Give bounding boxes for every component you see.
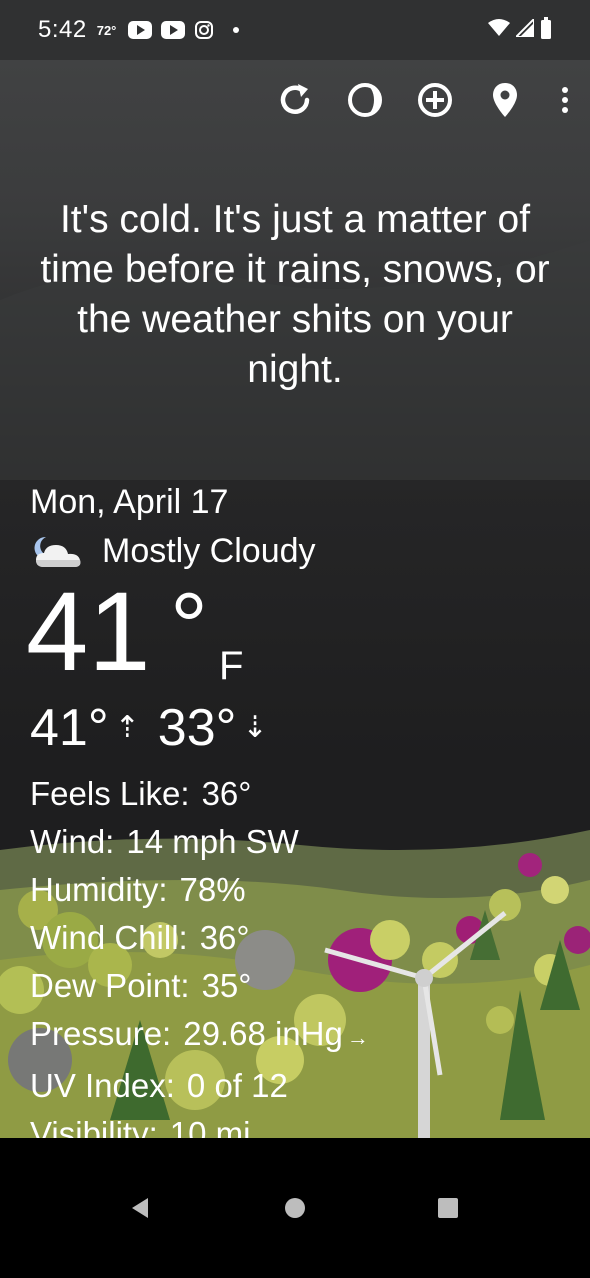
condition-text: Mostly Cloudy xyxy=(102,532,316,570)
toolbar xyxy=(260,75,590,125)
youtube-icon xyxy=(161,21,186,39)
status-bar: 5:42 72° xyxy=(0,0,590,60)
detail-value: 35° xyxy=(201,967,252,1004)
temperature-unit: F xyxy=(219,644,244,688)
more-options-button[interactable] xyxy=(540,75,590,125)
detail-label: Humidity: xyxy=(30,871,168,908)
cell-signal-icon xyxy=(513,16,535,42)
detail-value: 36° xyxy=(201,775,252,812)
detail-uv-index: UV Index: 0 of 12 xyxy=(30,1062,369,1110)
detail-label: Dew Point: xyxy=(30,967,190,1004)
back-button[interactable] xyxy=(110,1138,170,1278)
location-button[interactable] xyxy=(470,75,540,125)
battery-icon xyxy=(540,16,552,44)
add-location-button[interactable] xyxy=(400,75,470,125)
add-location-icon xyxy=(418,83,452,117)
theme-button[interactable] xyxy=(330,75,400,125)
detail-label: Wind Chill: xyxy=(30,919,188,956)
detail-pressure: Pressure: 29.68 inHg → xyxy=(30,1010,369,1062)
down-arrow-icon: ⇣ xyxy=(242,711,268,744)
theme-icon xyxy=(348,83,382,117)
detail-value: 0 of 12 xyxy=(186,1067,288,1104)
high-low-row: 41° ⇡ 33° ⇣ xyxy=(30,698,286,758)
detail-label: UV Index: xyxy=(30,1067,175,1104)
detail-label: Pressure: xyxy=(30,1015,172,1052)
detail-feels-like: Feels Like: 36° xyxy=(30,770,369,818)
weather-details: Feels Like: 36° Wind: 14 mph SW Humidity: 7… xyxy=(30,770,369,1138)
status-time: 5:42 xyxy=(38,16,87,43)
more-options-icon xyxy=(562,87,568,113)
youtube-icon xyxy=(128,21,153,39)
refresh-button[interactable] xyxy=(260,75,330,125)
moon-cloud-icon xyxy=(34,536,81,567)
instagram-icon xyxy=(194,20,214,40)
condition-row: Mostly Cloudy xyxy=(30,532,316,571)
detail-value: 29.68 inHg xyxy=(183,1015,343,1052)
detail-value: 10 mi xyxy=(169,1115,251,1138)
notification-dot-icon xyxy=(233,27,240,33)
home-button[interactable] xyxy=(265,1138,325,1278)
detail-humidity: Humidity: 78% xyxy=(30,866,369,914)
home-icon xyxy=(285,1198,305,1218)
detail-value: 36° xyxy=(199,919,250,956)
detail-label: Feels Like: xyxy=(30,775,190,812)
refresh-icon xyxy=(280,84,310,114)
up-arrow-icon: ⇡ xyxy=(114,711,140,744)
detail-label: Visibility: xyxy=(30,1115,158,1138)
current-temperature: 41 xyxy=(26,569,151,694)
weather-scene: It's cold. It's just a matter of time be… xyxy=(0,60,590,1138)
detail-label: Wind: xyxy=(30,823,115,860)
high-temperature: 41° xyxy=(30,699,109,757)
back-icon xyxy=(132,1198,148,1218)
degree-symbol: ° xyxy=(170,574,208,680)
wifi-icon xyxy=(488,18,510,42)
detail-dew-point: Dew Point: 35° xyxy=(30,962,369,1010)
forecast-date: Mon, April 17 xyxy=(30,483,229,521)
weather-quote: It's cold. It's just a matter of time be… xyxy=(40,198,550,391)
status-temperature: 72° xyxy=(96,22,117,38)
pressure-trend-icon: → xyxy=(346,1025,369,1050)
detail-value: 14 mph SW xyxy=(126,823,299,860)
low-temperature: 33° xyxy=(157,699,237,757)
navigation-bar xyxy=(0,1138,590,1278)
detail-value: 78% xyxy=(179,871,246,908)
detail-wind: Wind: 14 mph SW xyxy=(30,818,369,866)
detail-wind-chill: Wind Chill: 36° xyxy=(30,914,369,962)
recents-button[interactable] xyxy=(418,1138,478,1278)
location-pin-icon xyxy=(493,83,517,117)
recents-icon xyxy=(438,1198,458,1218)
detail-visibility: Visibility: 10 mi xyxy=(30,1110,369,1138)
